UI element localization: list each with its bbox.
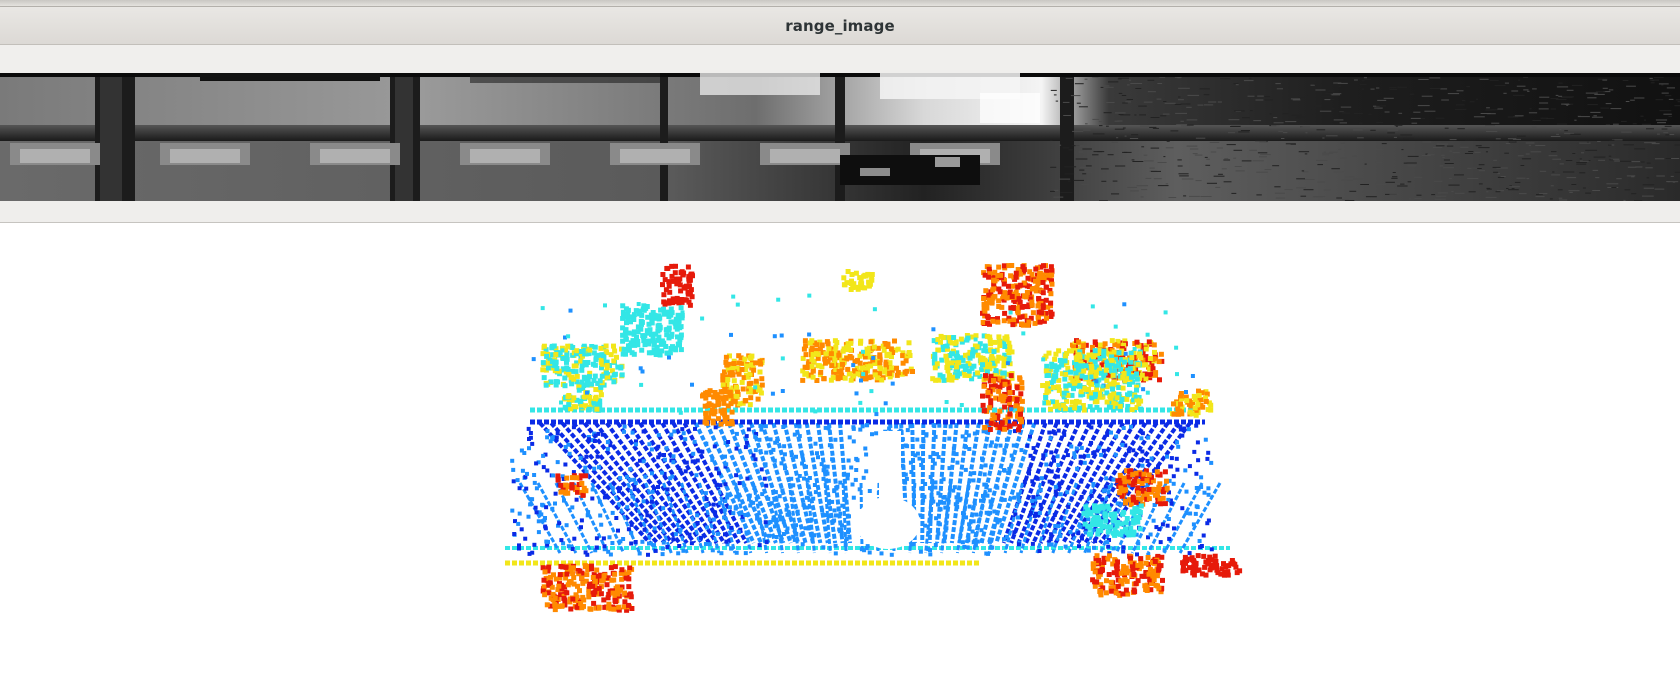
range-image-window[interactable]: range_image [0,7,1680,223]
range-image-canvas[interactable] [0,73,1680,201]
window-title: range_image [785,16,895,35]
range-image-graphic [0,73,1680,201]
point-cloud-graphic [505,263,1243,613]
window-titlebar[interactable]: range_image [0,7,1680,45]
window-toolbar-area [0,45,1680,70]
point-cloud-viewer[interactable] [0,223,1680,693]
desktop-top-edge [0,0,1680,7]
